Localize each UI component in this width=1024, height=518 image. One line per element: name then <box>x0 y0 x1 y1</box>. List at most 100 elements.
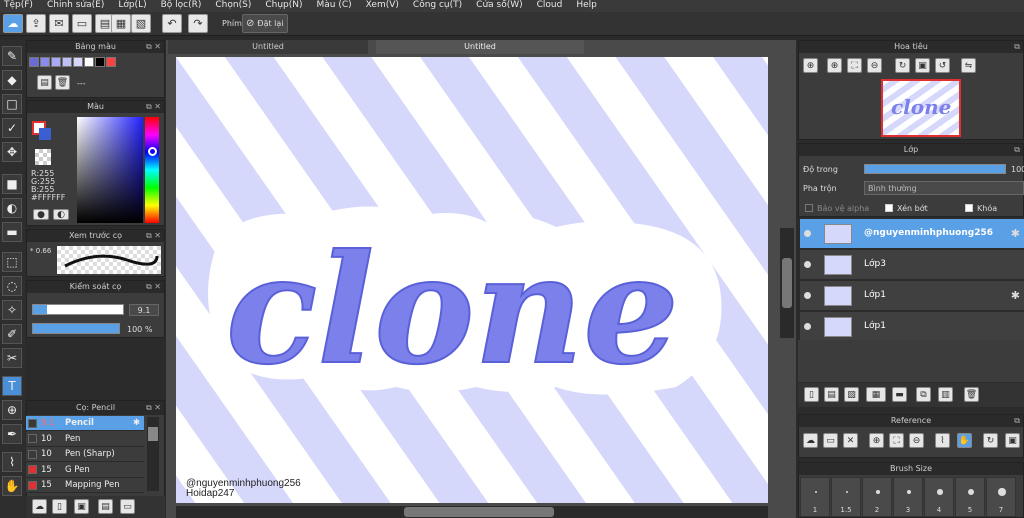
brush-list-scrollbar[interactable] <box>147 417 159 491</box>
menu-edit[interactable]: Chỉnh sửa(E) <box>47 0 104 12</box>
tab-untitled-1[interactable]: Untitled <box>168 40 368 54</box>
redo-icon[interactable]: ↷ <box>188 14 208 33</box>
ref-hand-icon[interactable]: ✋ <box>957 433 972 448</box>
hue-handle[interactable] <box>148 147 157 156</box>
grid-icon[interactable]: ▦ <box>111 14 131 33</box>
brush-size-cell[interactable]: 4 <box>924 477 954 517</box>
panel-expand-icon[interactable]: ⧉ ✕ <box>146 401 161 415</box>
rect-select-icon[interactable]: □ <box>2 94 22 114</box>
merge-layer-icon[interactable]: ▥ <box>938 387 953 402</box>
menu-select[interactable]: Chọn(S) <box>215 0 251 12</box>
new-layer-icon[interactable]: ▯ <box>804 387 819 402</box>
undo-icon[interactable]: ↶ <box>162 14 182 33</box>
gear-icon[interactable]: ✱ <box>133 418 140 428</box>
chat-icon[interactable]: ✉ <box>49 14 69 33</box>
alpha-checkbox[interactable] <box>805 204 813 212</box>
menu-window[interactable]: Cửa sổ(W) <box>476 0 522 12</box>
brush-size-cell[interactable]: 5 <box>955 477 985 517</box>
palette-swatch[interactable] <box>106 57 116 67</box>
gear-icon[interactable]: ✱ <box>1011 289 1020 302</box>
panel-expand-icon[interactable]: ⧉ ✕ <box>146 230 161 242</box>
ref-fit-icon[interactable]: ⛶ <box>889 433 904 448</box>
eyedropper-icon[interactable]: ⌇ <box>2 452 22 472</box>
menu-filter[interactable]: Bộ lọc(R) <box>161 0 202 12</box>
brush-size-cell[interactable]: 1 <box>800 477 830 517</box>
panel-expand-icon[interactable]: ⧉ <box>1014 41 1020 53</box>
transparent-color[interactable] <box>35 149 51 165</box>
panel-expand-icon[interactable]: ⧉ ✕ <box>146 101 161 113</box>
select-pen-icon[interactable]: ✐ <box>2 324 22 344</box>
menu-capture[interactable]: Chụp(N) <box>265 0 302 12</box>
rotate-right-icon[interactable]: ↺ <box>935 58 950 73</box>
brush-size-cell[interactable]: 2 <box>862 477 892 517</box>
brush-list-item[interactable]: 15 Mapping Pen <box>26 478 144 493</box>
panel-expand-icon[interactable]: ⧉ <box>1014 415 1020 427</box>
menu-file[interactable]: Tệp(F) <box>4 0 33 12</box>
palette-swatch[interactable] <box>73 57 83 67</box>
new-layer-2-icon[interactable]: ▤ <box>824 387 839 402</box>
marquee-icon[interactable]: ⬚ <box>2 252 22 272</box>
size-value[interactable]: 9.1 <box>129 304 159 316</box>
eraser-icon[interactable]: ◆ <box>2 70 22 90</box>
layer-opacity-slider[interactable] <box>864 164 1006 174</box>
palette-swatch[interactable] <box>62 57 72 67</box>
lock-checkbox[interactable] <box>965 204 973 212</box>
vertical-scrollbar[interactable] <box>780 228 794 338</box>
background-color[interactable] <box>39 128 51 140</box>
brush-size-cell[interactable]: 3 <box>893 477 923 517</box>
brush-list-item[interactable]: 10 Pen <box>26 431 144 447</box>
divide-icon[interactable]: ⊕ <box>2 400 22 420</box>
palette-menu-icon[interactable]: ▤ <box>37 75 52 90</box>
brush-size-cell[interactable]: 7 <box>986 477 1016 517</box>
menu-color[interactable]: Màu (C) <box>317 0 352 12</box>
magic-wand-icon[interactable]: ✧ <box>2 300 22 320</box>
ref-close-icon[interactable]: ✕ <box>843 433 858 448</box>
brush-list-item[interactable]: 15 G Pen <box>26 462 144 478</box>
brush-copy-icon[interactable]: ▤ <box>98 499 113 514</box>
fill-rect-icon[interactable]: ■ <box>2 174 22 194</box>
visibility-icon[interactable] <box>804 261 811 268</box>
ref-rotate-icon[interactable]: ↻ <box>983 433 998 448</box>
gear-icon[interactable]: ✱ <box>1011 227 1020 240</box>
panel-expand-icon[interactable]: ⧉ <box>1014 144 1020 156</box>
layer-folder-icon[interactable]: ▬ <box>892 387 907 402</box>
visibility-icon[interactable] <box>804 292 811 299</box>
export-icon[interactable]: ⇪ <box>26 14 46 33</box>
palette-swatch[interactable] <box>40 57 50 67</box>
drawing-canvas[interactable]: clone @nguyenminhphuong256 Hoidap247 <box>176 57 768 503</box>
delete-layer-icon[interactable]: 🗑 <box>964 387 979 402</box>
zoom-in-icon[interactable]: ⊕ <box>803 58 818 73</box>
add-layer-icon[interactable]: ▦ <box>866 387 886 402</box>
cloud-icon[interactable]: ☁ <box>3 14 23 33</box>
menu-view[interactable]: Xem(V) <box>366 0 399 12</box>
rotate-icon[interactable]: ↻ <box>895 58 910 73</box>
brush-settings-icon[interactable]: ▣ <box>74 499 89 514</box>
text-icon[interactable]: T <box>2 376 22 396</box>
layer-row[interactable]: Lớp3 <box>800 250 1024 280</box>
ref-eyedropper-icon[interactable]: ⌇ <box>935 433 950 448</box>
layer-row[interactable]: Lớp1 <box>800 312 1024 342</box>
brush-icon[interactable]: ✎ <box>2 46 22 66</box>
blend-select[interactable]: Bình thường <box>864 181 1024 195</box>
menu-cloud[interactable]: Cloud <box>537 0 563 12</box>
palette-swatch[interactable] <box>29 57 39 67</box>
comment-icon[interactable]: ▭ <box>72 14 92 33</box>
gradient-icon[interactable]: ▬ <box>2 222 22 242</box>
brush-list-item[interactable]: 10 Pen (Sharp) <box>26 447 144 462</box>
zoom-plus-icon[interactable]: ⊕ <box>827 58 842 73</box>
navigator-thumbnail[interactable]: clone <box>881 79 961 137</box>
layer-row[interactable]: Lớp1 ✱ <box>800 281 1024 311</box>
duplicate-layer-icon[interactable]: ⧉ <box>916 387 931 402</box>
color-add-icon[interactable]: ◐ <box>53 209 69 220</box>
horizontal-scrollbar[interactable] <box>176 506 768 518</box>
hand-icon[interactable]: ✋ <box>2 476 22 496</box>
tab-untitled-2[interactable]: Untitled <box>376 40 584 54</box>
ref-fullscreen-icon[interactable]: ▣ <box>1005 433 1020 448</box>
panel-expand-icon[interactable]: ⧉ ✕ <box>146 41 161 53</box>
menu-tools[interactable]: Công cụ(T) <box>413 0 462 12</box>
reset-button[interactable]: ⊘ Đặt lại <box>242 14 288 33</box>
select-eraser-icon[interactable]: ✂ <box>2 348 22 368</box>
trash-icon[interactable]: 🗑 <box>55 75 70 90</box>
ref-zoom-out-icon[interactable]: ⊖ <box>909 433 924 448</box>
lasso-select-icon[interactable]: ◌ <box>2 276 22 296</box>
